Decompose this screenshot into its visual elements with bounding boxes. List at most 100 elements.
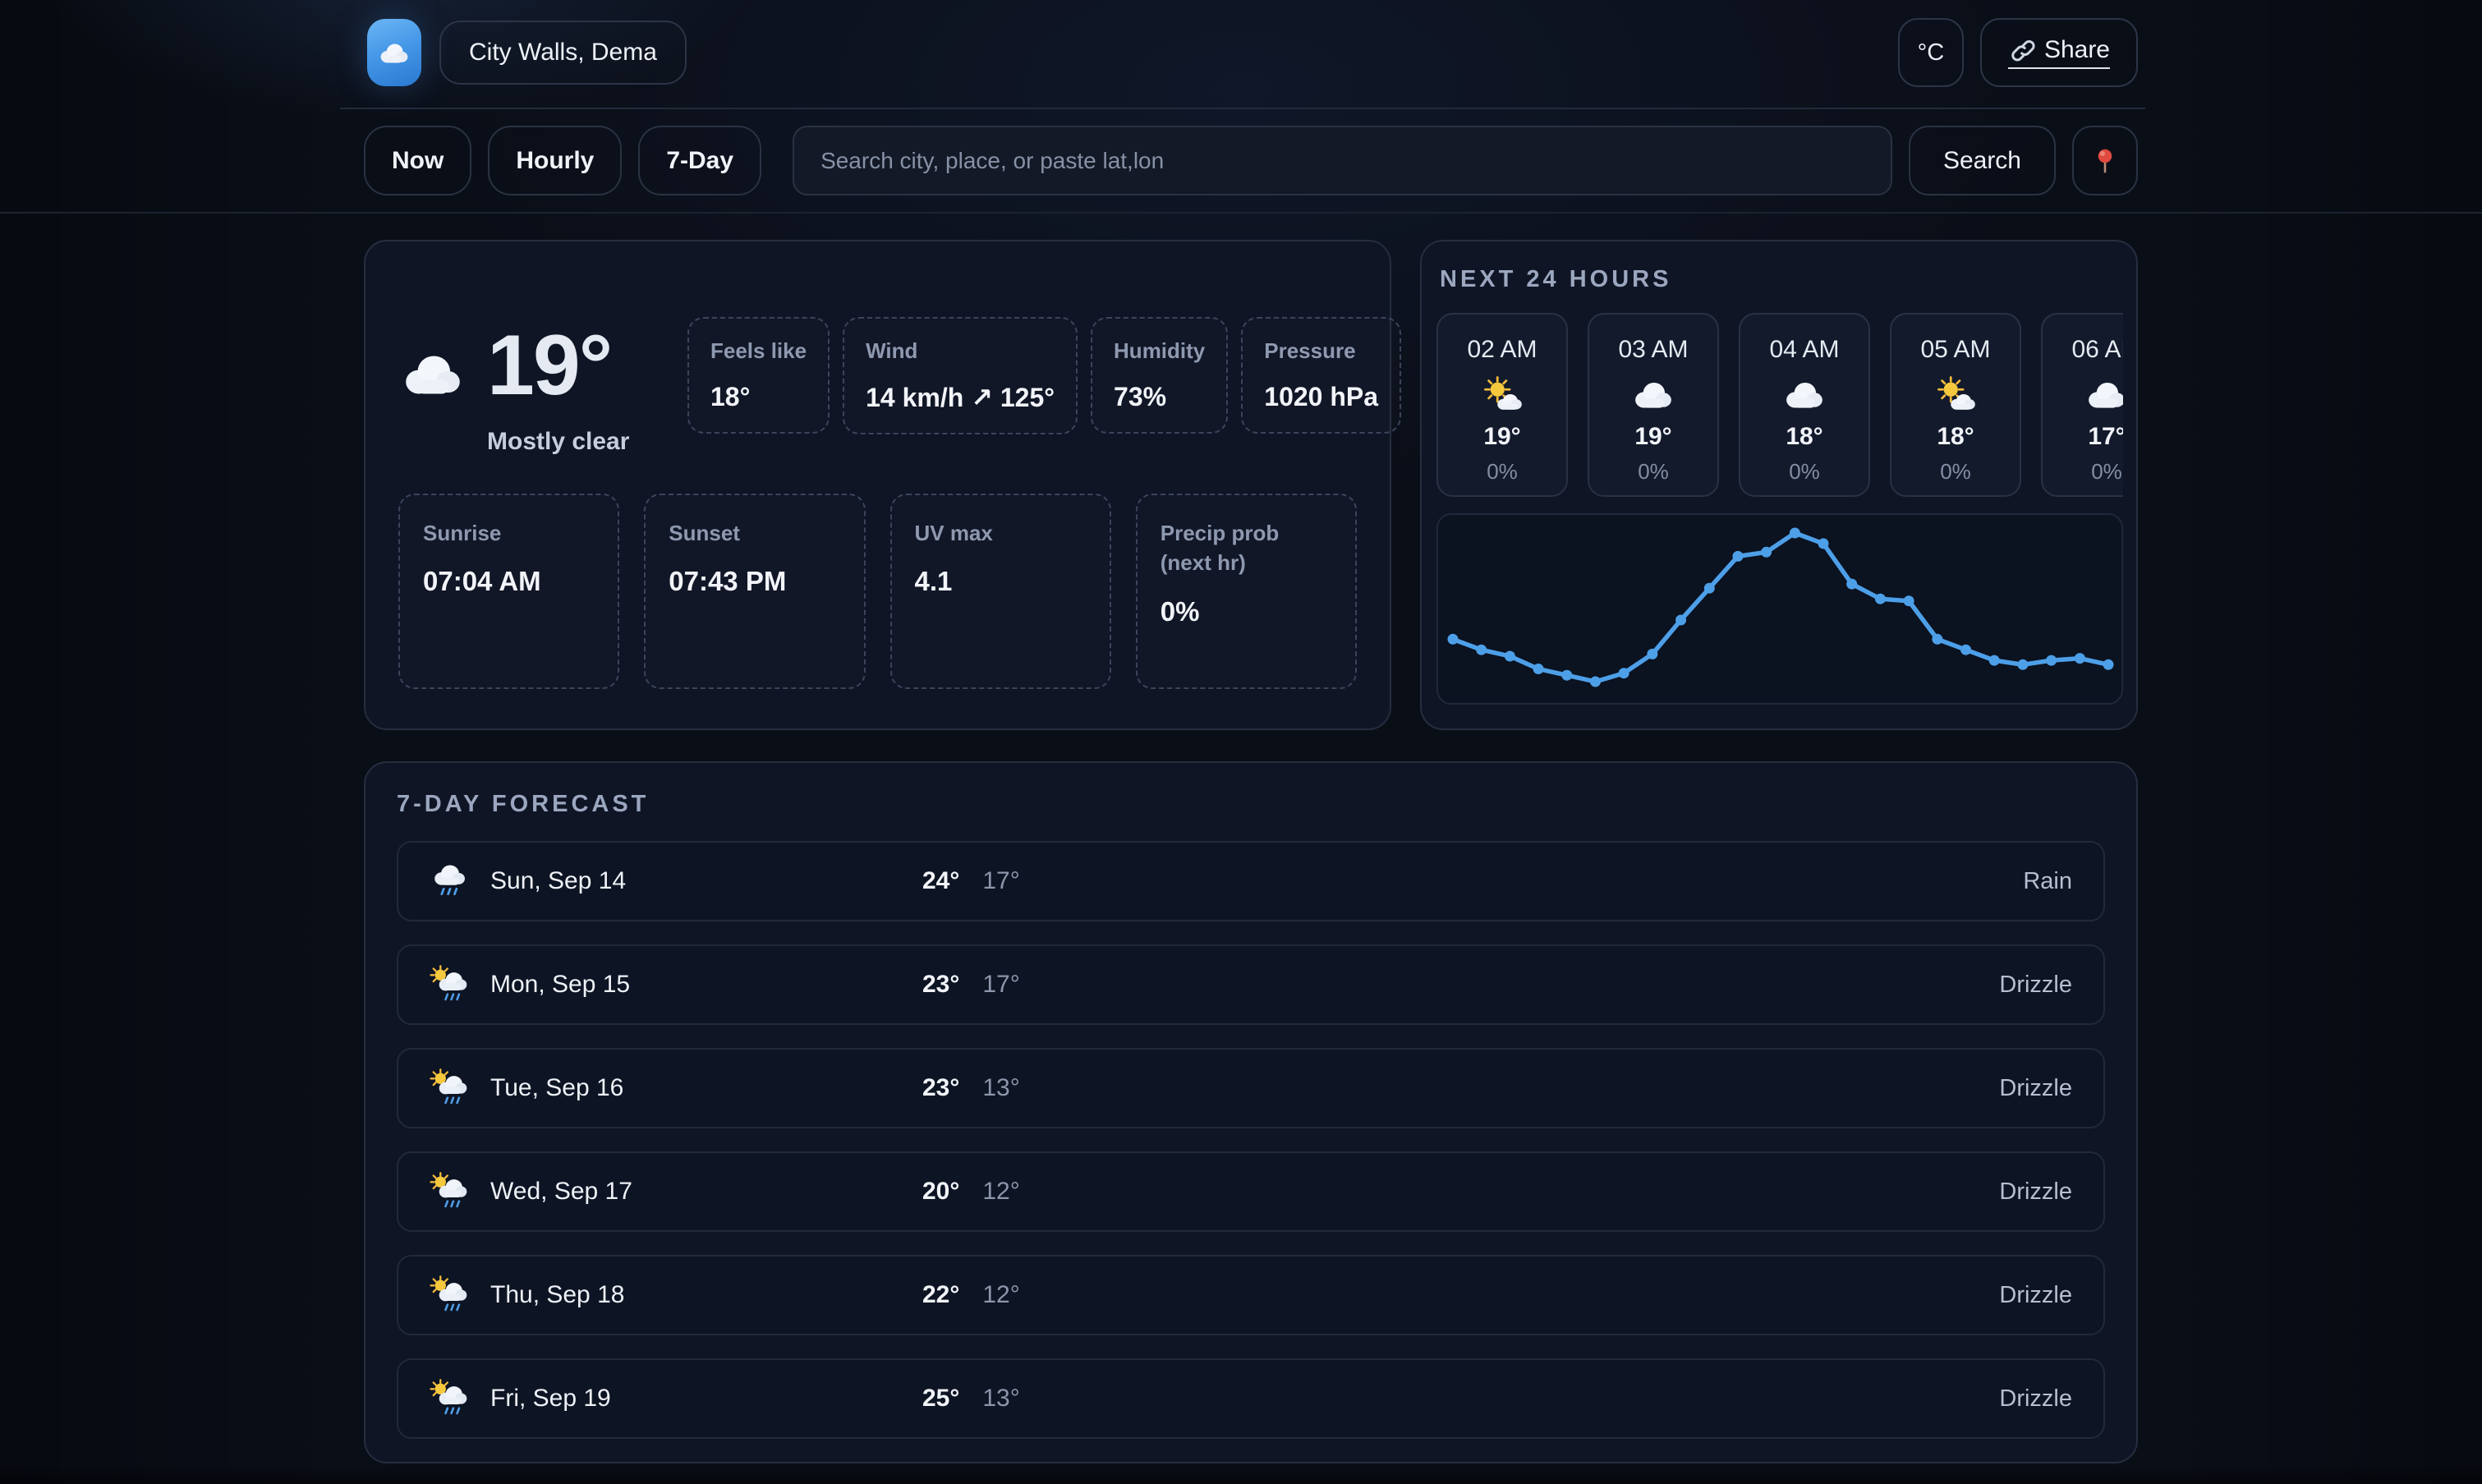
tab-now[interactable]: Now <box>364 126 471 195</box>
hour-tile: 02 AM 19° 0% <box>1436 313 1568 497</box>
hour-time: 04 AM <box>1769 336 1839 364</box>
hourly-strip[interactable]: 02 AM 19° 0% 03 AM 19° 0% 04 AM 1 <box>1436 313 2123 497</box>
weather-app: City Walls, Dema °C Share Now Hourly 7-D… <box>0 0 2482 1463</box>
day-low-temp: 17° <box>982 867 1019 895</box>
day-low-temp: 12° <box>982 1281 1019 1309</box>
sun-tile-sunrise: Sunrise 07:04 AM <box>398 494 619 689</box>
hour-precip: 0% <box>2091 459 2122 485</box>
round-pushpin-icon <box>2090 146 2120 176</box>
stat-tile-pressure: Pressure 1020 hPa <box>1241 317 1401 434</box>
stat-tile-wind: Wind 14 km/h ↗ 125° <box>843 317 1078 434</box>
search-button[interactable]: Search <box>1909 126 2056 195</box>
sun-tile-sunset: Sunset 07:43 PM <box>644 494 865 689</box>
sun-rain-cloud-icon <box>430 1275 471 1315</box>
next-24-hours-card: NEXT 24 HOURS 02 AM 19° 0% 03 AM 19° 0% <box>1420 240 2138 730</box>
use-my-location-button[interactable] <box>2072 126 2138 195</box>
sun-value: 07:04 AM <box>423 566 595 597</box>
day-condition: Drizzle <box>1999 1178 2072 1206</box>
hour-precip: 0% <box>1487 459 1518 485</box>
search-input[interactable] <box>793 126 1892 195</box>
sun-label: Sunset <box>669 518 840 548</box>
current-condition: Mostly clear <box>487 428 687 456</box>
hourly-temp-chart <box>1436 513 2123 705</box>
sun-value: 4.1 <box>915 566 1087 597</box>
current-temperature: 19° <box>487 317 611 415</box>
hour-time: 05 AM <box>1920 336 1990 364</box>
hour-time: 02 AM <box>1467 336 1537 364</box>
day-condition: Drizzle <box>1999 972 2072 999</box>
day-condition: Drizzle <box>1999 1385 2072 1413</box>
stat-tile-feels-like: Feels like 18° <box>687 317 830 434</box>
rain-cloud-icon <box>430 861 471 901</box>
day-date: Mon, Sep 15 <box>490 971 630 999</box>
temp-line-chart <box>1438 515 2121 703</box>
cloud-icon <box>1630 375 1676 413</box>
sun-behind-cloud-icon <box>1933 375 1979 413</box>
cloud-icon <box>2084 375 2123 413</box>
sun-value: 07:43 PM <box>669 566 840 597</box>
hour-precip: 0% <box>1940 459 1971 485</box>
sun-value: 0% <box>1161 596 1332 627</box>
hour-precip: 0% <box>1638 459 1669 485</box>
current-conditions-card: 19° Mostly clear Feels like 18° Wind 14 … <box>364 240 1391 730</box>
nav-bar: Now Hourly 7-Day Search <box>0 109 2482 212</box>
day-low-temp: 13° <box>982 1385 1019 1413</box>
stat-tile-humidity: Humidity 73% <box>1091 317 1228 434</box>
hour-temp: 17° <box>2088 423 2123 451</box>
sun-rain-cloud-icon <box>430 965 471 1004</box>
sun-label: Precip prob (next hr) <box>1161 518 1332 578</box>
hour-precip: 0% <box>1789 459 1820 485</box>
forecast-row-wed: Wed, Sep 17 20° 12° Drizzle <box>397 1151 2105 1232</box>
hour-temp: 19° <box>1483 423 1520 451</box>
hour-temp: 19° <box>1634 423 1671 451</box>
tab-7day[interactable]: 7-Day <box>638 126 761 195</box>
stat-value: 18° <box>710 382 807 412</box>
cloud-icon <box>1781 375 1827 413</box>
sun-behind-cloud-icon <box>1479 375 1525 413</box>
unit-toggle-button[interactable]: °C <box>1898 18 1964 87</box>
hour-time: 06 AM <box>2071 336 2123 364</box>
hour-temp: 18° <box>1937 423 1974 451</box>
hour-tile: 05 AM 18° 0% <box>1890 313 2021 497</box>
next-24-hours-title: NEXT 24 HOURS <box>1440 266 2123 293</box>
stat-label: Wind <box>866 338 1055 364</box>
share-button[interactable]: Share <box>1980 18 2138 87</box>
day-date: Thu, Sep 18 <box>490 1281 624 1309</box>
bottom-vignette <box>0 1466 2482 1484</box>
day-high-temp: 23° <box>922 1074 959 1102</box>
day-high-temp: 25° <box>922 1385 959 1413</box>
day-condition: Drizzle <box>1999 1075 2072 1102</box>
sun-label: UV max <box>915 518 1087 548</box>
share-label: Share <box>2044 36 2110 64</box>
location-label: City Walls, Dema <box>469 39 657 67</box>
forecast-row-thu: Thu, Sep 18 22° 12° Drizzle <box>397 1255 2105 1335</box>
day-condition: Drizzle <box>1999 1282 2072 1309</box>
day-date: Wed, Sep 17 <box>490 1178 632 1206</box>
seven-day-forecast-card: 7-DAY FORECAST Sun, Sep 14 24° 17° Rain … <box>364 761 2138 1463</box>
day-high-temp: 22° <box>922 1281 959 1309</box>
cloud-icon <box>377 39 411 66</box>
location-pill[interactable]: City Walls, Dema <box>439 21 687 85</box>
day-date: Fri, Sep 19 <box>490 1385 611 1413</box>
stat-label: Pressure <box>1264 338 1378 364</box>
stat-label: Feels like <box>710 338 807 364</box>
sun-rain-cloud-icon <box>430 1379 471 1418</box>
sun-tile-uv-max: UV max 4.1 <box>890 494 1111 689</box>
hour-temp: 18° <box>1786 423 1822 451</box>
sun-rain-cloud-icon <box>430 1068 471 1108</box>
cloud-icon <box>398 347 467 399</box>
seven-day-forecast-title: 7-DAY FORECAST <box>397 791 2105 818</box>
tab-hourly[interactable]: Hourly <box>488 126 622 195</box>
app-logo[interactable] <box>367 19 421 86</box>
main-content: 19° Mostly clear Feels like 18° Wind 14 … <box>0 214 2482 1463</box>
stat-value: 1020 hPa <box>1264 382 1378 412</box>
day-date: Tue, Sep 16 <box>490 1074 623 1102</box>
day-low-temp: 17° <box>982 971 1019 999</box>
forecast-row-fri: Fri, Sep 19 25° 13° Drizzle <box>397 1358 2105 1439</box>
stat-value: 73% <box>1114 382 1205 412</box>
hour-tile: 04 AM 18° 0% <box>1739 313 1870 497</box>
app-header: City Walls, Dema °C Share Now Hourly 7-D… <box>0 0 2482 214</box>
day-low-temp: 13° <box>982 1074 1019 1102</box>
hour-time: 03 AM <box>1618 336 1688 364</box>
link-icon <box>2008 36 2036 64</box>
